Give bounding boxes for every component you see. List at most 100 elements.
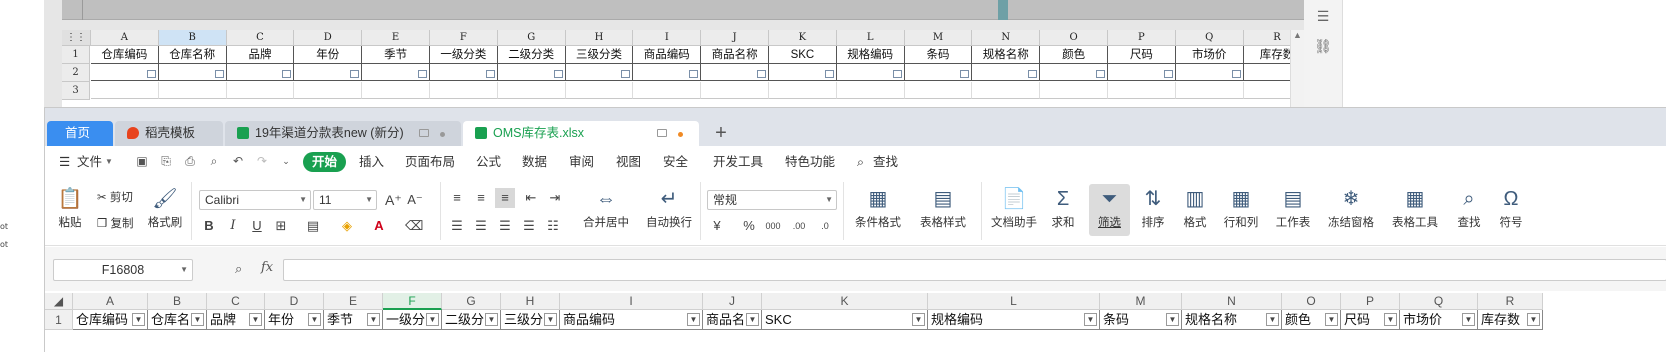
table-style-button[interactable]: ▤ 表格样式 <box>915 186 971 230</box>
header-cell[interactable]: 三级分 ▼ <box>501 310 560 330</box>
filter-dropdown-icon[interactable]: ▼ <box>1266 313 1279 326</box>
column-header[interactable]: Q <box>1175 30 1244 46</box>
tab-home[interactable]: 首页 <box>47 121 113 146</box>
filter-button[interactable]: ⏷ 筛选 <box>1089 186 1130 230</box>
table-cell[interactable] <box>701 64 769 81</box>
column-header[interactable]: J <box>703 293 762 310</box>
new-tab-plus-icon[interactable]: + <box>709 121 733 146</box>
row-header[interactable]: 2 <box>62 64 90 82</box>
header-cell[interactable]: 一级分类 <box>430 46 498 64</box>
table-cell[interactable] <box>769 64 837 81</box>
align-right-icon[interactable]: ☰ <box>497 218 513 234</box>
worksheet-button[interactable]: ▤ 工作表 <box>1271 186 1315 230</box>
increase-indent-icon[interactable]: ⇥ <box>547 190 563 206</box>
filter-dropdown-icon[interactable] <box>1231 70 1241 78</box>
menu-developer-tools[interactable]: 开发工具 <box>713 152 763 172</box>
conditional-format-button[interactable]: ▦ 条件格式 <box>851 186 905 230</box>
filter-dropdown-icon[interactable] <box>282 70 292 78</box>
header-cell[interactable]: 规格名称 <box>972 46 1041 64</box>
table-cell[interactable] <box>904 82 973 99</box>
filter-dropdown-icon[interactable] <box>553 70 563 78</box>
column-header[interactable]: J <box>701 30 769 46</box>
filter-dropdown-icon[interactable] <box>960 70 970 78</box>
doc-helper-button[interactable]: 📄 文档助手 <box>989 186 1039 230</box>
table-cell[interactable] <box>565 64 634 81</box>
merge-center-button[interactable]: ⇔ 合并居中 <box>579 186 633 230</box>
filter-dropdown-icon[interactable]: ▼ <box>1325 313 1338 326</box>
increase-decimal-icon[interactable]: .00 <box>791 218 807 234</box>
header-cell[interactable]: 年份 ▼ <box>265 310 324 330</box>
decrease-font-icon[interactable]: A⁻ <box>407 192 423 208</box>
freeze-panes-button[interactable]: ❄ 冻结窗格 <box>1323 186 1379 230</box>
header-cell[interactable]: 条码 ▼ <box>1100 310 1182 330</box>
filter-dropdown-icon[interactable] <box>350 70 360 78</box>
export-icon[interactable]: ⎘ <box>159 154 173 168</box>
italic-icon[interactable]: I <box>225 218 241 234</box>
table-cell[interactable] <box>1175 64 1244 81</box>
header-cell[interactable]: 仓库编码 ▼ <box>73 310 148 330</box>
header-cell[interactable]: 二级分类 <box>497 46 566 64</box>
filter-dropdown-icon[interactable]: ▼ <box>249 313 262 326</box>
find-button[interactable]: ⌕ 查找 <box>1451 186 1487 230</box>
filter-dropdown-icon[interactable] <box>824 70 834 78</box>
cut-button[interactable]: ✂ 剪切 <box>97 190 133 206</box>
filter-dropdown-icon[interactable]: ▼ <box>544 313 557 326</box>
list-settings-icon[interactable]: ☰ <box>1314 8 1332 24</box>
filter-dropdown-icon[interactable] <box>214 70 224 78</box>
window-restore-icon[interactable] <box>657 129 667 137</box>
align-top-icon[interactable]: ≡ <box>449 190 465 206</box>
table-cell[interactable] <box>430 82 498 99</box>
justify-icon[interactable]: ☰ <box>521 218 537 234</box>
row-header[interactable]: 1 <box>62 46 90 64</box>
font-name-select[interactable]: Calibri ▼ <box>199 190 311 210</box>
column-header[interactable]: H <box>501 293 560 310</box>
percent-icon[interactable]: % <box>741 218 757 234</box>
tab-file-oms-inventory[interactable]: OMS库存表.xlsx <box>463 121 699 146</box>
column-header[interactable]: G <box>442 293 501 310</box>
symbol-button[interactable]: Ω 符号 <box>1493 186 1529 230</box>
column-header[interactable]: M <box>1100 293 1182 310</box>
header-cell[interactable]: 仓库名 ▼ <box>148 310 207 330</box>
table-cell[interactable] <box>158 64 227 81</box>
filter-dropdown-icon[interactable] <box>621 70 631 78</box>
align-bottom-icon[interactable]: ≡ <box>495 188 515 208</box>
tab-file-channel-split[interactable]: 19年渠道分款表new (新分) <box>225 121 461 146</box>
column-header[interactable]: Q <box>1400 293 1478 310</box>
insert-function-icon[interactable]: fx <box>261 260 273 275</box>
menu-data[interactable]: 数据 <box>522 152 547 172</box>
select-all-corner[interactable]: ⋮⋮ <box>62 30 91 46</box>
table-cell[interactable] <box>836 82 905 99</box>
filter-dropdown-icon[interactable] <box>892 70 902 78</box>
decrease-decimal-icon[interactable]: .0 <box>817 218 833 234</box>
table-cell[interactable] <box>226 82 295 99</box>
header-cell[interactable]: 库存数 ▼ <box>1478 310 1543 330</box>
number-format-select[interactable]: 常规 ▼ <box>707 190 837 210</box>
table-cell[interactable] <box>1108 82 1176 99</box>
column-header[interactable]: O <box>1040 30 1108 46</box>
underline-icon[interactable]: U <box>249 218 265 234</box>
header-cell[interactable]: 商品名称 <box>701 46 769 64</box>
column-header[interactable]: L <box>836 30 905 46</box>
column-header[interactable]: C <box>207 293 265 310</box>
filter-dropdown-icon[interactable]: ▼ <box>1084 313 1097 326</box>
formula-input[interactable] <box>283 259 1666 281</box>
copy-button[interactable]: ❐ 复制 <box>97 216 134 232</box>
table-cell[interactable] <box>226 64 295 81</box>
row-header[interactable]: 1 <box>45 310 73 330</box>
decrease-indent-icon[interactable]: ⇤ <box>523 190 539 206</box>
table-cell[interactable] <box>701 82 769 99</box>
filter-dropdown-icon[interactable]: ▼ <box>308 313 321 326</box>
column-header[interactable]: O <box>1282 293 1341 310</box>
sum-button[interactable]: Σ 求和 <box>1045 186 1081 230</box>
customize-chevron-icon[interactable]: ⌄ <box>279 154 293 168</box>
table-cell[interactable] <box>1040 64 1108 81</box>
rows-columns-button[interactable]: ▦ 行和列 <box>1219 186 1263 230</box>
paste-button[interactable]: 📋 粘贴 <box>55 186 85 230</box>
table-cell[interactable] <box>565 82 634 99</box>
filter-dropdown-icon[interactable] <box>689 70 699 78</box>
header-cell[interactable]: SKC <box>769 46 837 64</box>
header-cell[interactable]: 三级分类 <box>565 46 634 64</box>
header-cell[interactable]: SKC ▼ <box>762 310 928 330</box>
filter-dropdown-icon[interactable]: ▼ <box>132 313 145 326</box>
table-cell[interactable] <box>362 82 430 99</box>
